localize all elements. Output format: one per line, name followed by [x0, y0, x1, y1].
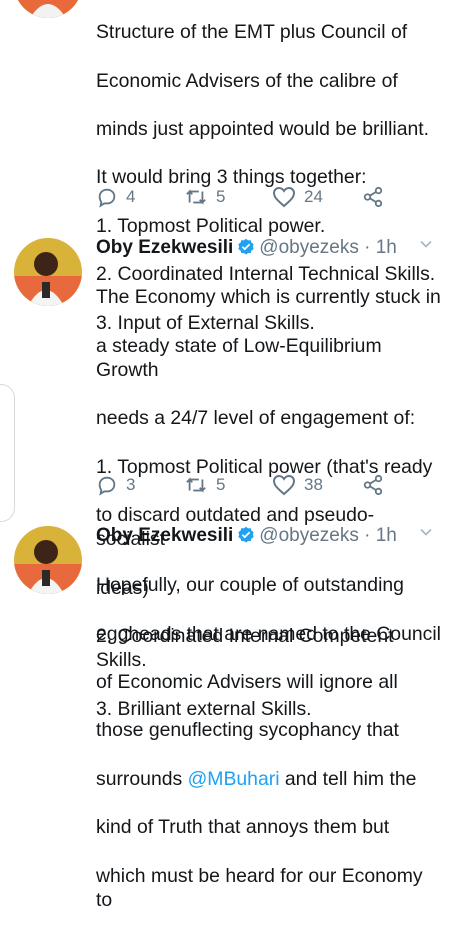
retweet-count: 5: [216, 187, 226, 206]
heart-icon: [272, 474, 296, 496]
tweet-header: Oby Ezekwesili @obyezeks · 1h: [96, 236, 397, 263]
retweet-count: 5: [216, 475, 226, 494]
tweet-actions: 3 5 38: [96, 474, 436, 500]
like-button[interactable]: 24: [272, 186, 323, 208]
tweet-actions: 4 5 24: [96, 186, 436, 212]
author-name[interactable]: Oby Ezekwesili: [96, 237, 233, 258]
author-name[interactable]: Oby Ezekwesili: [96, 525, 233, 546]
retweet-icon: [186, 189, 206, 205]
verified-badge-icon: [237, 238, 255, 263]
mention-link[interactable]: @MBuhari: [188, 768, 280, 790]
reply-button[interactable]: 4: [96, 186, 135, 208]
share-icon: [363, 186, 383, 208]
like-count: 24: [304, 187, 323, 206]
retweet-button[interactable]: 5: [184, 474, 225, 496]
retweet-icon: [186, 477, 206, 493]
tweet-header: Oby Ezekwesili @obyezeks · 1h: [96, 524, 397, 551]
like-count: 38: [304, 475, 323, 494]
side-edge-handle[interactable]: [0, 384, 15, 522]
avatar[interactable]: [14, 526, 82, 594]
reply-button[interactable]: 3: [96, 474, 135, 496]
tweet-text: Hopefully, our couple of outstanding egg…: [96, 574, 441, 911]
verified-badge-icon: [237, 526, 255, 551]
heart-icon: [272, 186, 296, 208]
avatar[interactable]: [14, 238, 82, 306]
share-button[interactable]: [362, 474, 392, 496]
author-handle-time: @obyezeks · 1h: [259, 525, 397, 546]
chevron-down-icon[interactable]: [418, 524, 434, 545]
reply-count: 3: [126, 475, 136, 494]
author-handle-time: @obyezeks · 1h: [259, 237, 397, 258]
reply-icon: [98, 476, 116, 496]
avatar[interactable]: [14, 0, 82, 18]
reply-count: 4: [126, 187, 136, 206]
retweet-button[interactable]: 5: [184, 186, 225, 208]
like-button[interactable]: 38: [272, 474, 323, 496]
share-button[interactable]: [362, 186, 392, 208]
share-icon: [363, 474, 383, 496]
chevron-down-icon[interactable]: [418, 236, 434, 257]
reply-icon: [98, 188, 116, 208]
